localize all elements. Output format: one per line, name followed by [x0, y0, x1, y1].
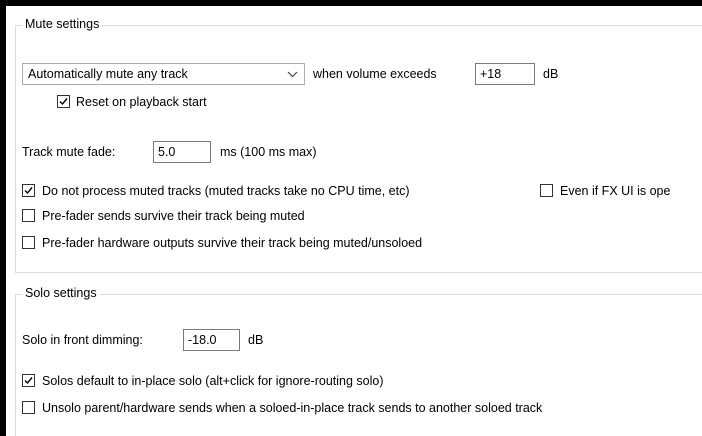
no-process-muted-label: Do not process muted tracks (muted track… [42, 184, 410, 198]
mute-threshold-input[interactable]: +18 [475, 63, 535, 85]
solo-settings-title: Solo settings [22, 286, 100, 300]
mute-settings-title: Mute settings [22, 17, 103, 31]
prefader-sends-checkbox[interactable] [22, 209, 35, 222]
prefader-sends-label: Pre-fader sends survive their track bein… [42, 209, 305, 223]
auto-mute-select[interactable]: Automatically mute any track [22, 63, 305, 85]
track-mute-fade-label: Track mute fade: [22, 145, 116, 159]
auto-mute-select-value: Automatically mute any track [28, 67, 188, 81]
prefader-hw-outputs-label: Pre-fader hardware outputs survive their… [42, 236, 423, 250]
even-if-fx-ui-checkbox[interactable] [540, 184, 553, 197]
solo-dimming-unit: dB [248, 333, 264, 347]
when-volume-label: when volume exceeds [313, 67, 437, 81]
threshold-unit-label: dB [543, 67, 559, 81]
reset-on-playback-checkbox[interactable] [57, 95, 70, 108]
solo-dimming-label: Solo in front dimming: [22, 333, 143, 347]
prefader-hw-outputs-checkbox[interactable] [22, 236, 35, 249]
no-process-muted-checkbox[interactable] [22, 184, 35, 197]
track-mute-fade-unit: ms (100 ms max) [220, 145, 317, 159]
check-icon [24, 187, 33, 195]
unsolo-parent-sends-label: Unsolo parent/hardware sends when a solo… [42, 401, 543, 415]
inplace-solo-label: Solos default to in-place solo (alt+clic… [42, 374, 384, 388]
track-mute-fade-input[interactable]: 5.0 [153, 141, 211, 163]
reset-on-playback-label: Reset on playback start [76, 95, 207, 109]
even-if-fx-ui-label: Even if FX UI is ope [560, 184, 671, 198]
check-icon [59, 98, 68, 106]
check-icon [24, 377, 33, 385]
preferences-panel: Mute settings Automatically mute any tra… [6, 6, 702, 436]
chevron-down-icon [287, 71, 298, 78]
solo-dimming-input[interactable]: -18.0 [183, 329, 240, 351]
inplace-solo-checkbox[interactable] [22, 374, 35, 387]
unsolo-parent-sends-checkbox[interactable] [22, 401, 35, 414]
